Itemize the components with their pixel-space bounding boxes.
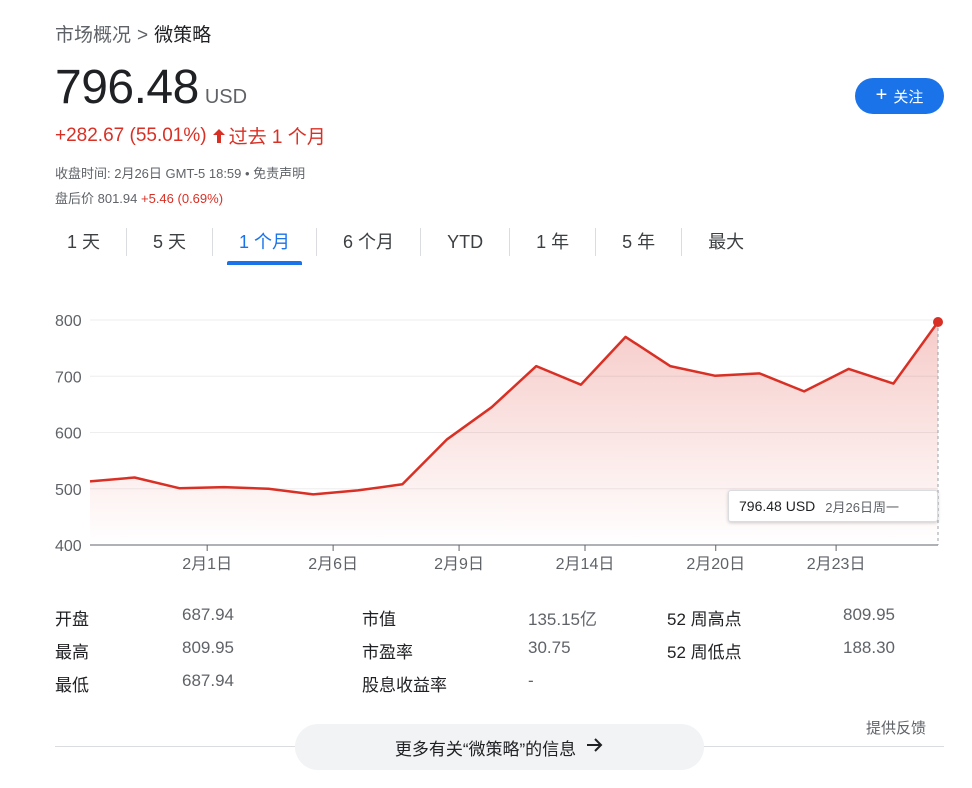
tab-range[interactable]: 最大 <box>696 225 756 259</box>
tab-range[interactable]: 1 个月 <box>227 225 303 265</box>
tab-separator <box>212 228 214 256</box>
stat-row: 52 周高点 809.95 <box>667 605 895 638</box>
price-row: 796.48 USD <box>55 60 247 115</box>
stats-col-2: 市值 135.15亿 市盈率 30.75 股息收益率 - <box>362 605 597 704</box>
y-tick-label: 800 <box>55 313 82 330</box>
chart-tooltip: 796.48 USD 2月26日周一 <box>728 490 938 522</box>
price-change: +282.67 (55.01%) 过去 1 个月 <box>55 122 332 149</box>
tab-separator <box>420 228 422 256</box>
y-tick-label: 400 <box>55 538 82 555</box>
x-tick-label: 2月9日 <box>434 556 484 573</box>
tab-range[interactable]: 1 天 <box>55 225 112 259</box>
tab-separator <box>681 228 683 256</box>
stat-row: 股息收益率 - <box>362 671 597 704</box>
tab-range[interactable]: 5 天 <box>141 225 198 259</box>
stat-value: - <box>528 671 534 690</box>
stat-value: 188.30 <box>843 638 895 657</box>
stat-label: 开盘 <box>55 610 89 629</box>
y-tick-label: 600 <box>55 426 82 443</box>
x-tick-label: 2月20日 <box>686 556 745 573</box>
after-hours-change: +5.46 (0.69%) <box>141 191 224 206</box>
breadcrumb-parent[interactable]: 市场概况 <box>55 25 131 46</box>
price-chart[interactable]: 400 500 600 700 800 2月1日 2月6日 2月9日 2月14日 2月20日 2月2… <box>0 295 972 585</box>
x-tick-label: 2月6日 <box>308 556 358 573</box>
more-info-button[interactable]: 更多有关“微策略”的信息 <box>295 724 704 770</box>
close-info: 收盘时间: 2月26日 GMT-5 18:59 • 免责声明 <box>55 163 305 182</box>
stat-value: 687.94 <box>182 671 234 690</box>
breadcrumb-current: 微策略 <box>154 25 212 46</box>
stat-value: 30.75 <box>528 638 571 657</box>
stat-value: 135.15亿 <box>528 610 597 629</box>
stat-value: 809.95 <box>843 605 895 624</box>
arrow-up-icon <box>212 128 225 143</box>
tab-range[interactable]: 6 个月 <box>331 225 406 259</box>
stat-label: 最高 <box>55 643 89 662</box>
stats-col-1: 开盘 687.94 最高 809.95 最低 687.94 <box>55 605 234 704</box>
more-info-label: 更多有关“微策略”的信息 <box>394 739 577 759</box>
disclaimer-link[interactable]: 免责声明 <box>253 166 305 181</box>
range-tabs: 1 天 5 天 1 个月 6 个月 YTD 1 年 5 年最大 <box>55 225 756 265</box>
stat-row: 最低 687.94 <box>55 671 234 704</box>
stat-label: 52 周低点 <box>667 643 742 662</box>
stat-label: 52 周高点 <box>667 610 742 629</box>
breadcrumb-separator: > <box>137 25 149 46</box>
stat-value: 687.94 <box>182 605 234 624</box>
stat-row: 52 周低点 188.30 <box>667 638 895 671</box>
plus-icon: + <box>875 84 888 106</box>
change-period: 过去 1 个月 <box>228 127 326 148</box>
price: 796.48 <box>55 61 199 114</box>
tab-separator <box>595 228 597 256</box>
change-value: +282.67 (55.01%) <box>55 124 207 146</box>
stat-label: 股息收益率 <box>362 676 447 695</box>
close-time: 收盘时间: 2月26日 GMT-5 18:59 • <box>55 166 254 181</box>
tooltip-date: 2月26日周一 <box>825 499 899 515</box>
last-point <box>933 316 943 327</box>
x-tick-label: 2月23日 <box>807 556 866 573</box>
tab-range[interactable]: YTD <box>435 225 495 259</box>
arrow-right-icon <box>586 737 604 758</box>
x-tick-label: 2月14日 <box>556 556 615 573</box>
follow-label: 关注 <box>893 88 924 106</box>
tab-separator <box>126 228 128 256</box>
stats-col-3: 52 周高点 809.95 52 周低点 188.30 <box>667 605 895 671</box>
stat-label: 市值 <box>362 610 396 629</box>
tab-range[interactable]: 1 年 <box>524 225 581 259</box>
currency: USD <box>204 86 248 108</box>
breadcrumb: 市场概况 > 微策略 <box>55 20 211 47</box>
stat-row: 开盘 687.94 <box>55 605 234 638</box>
stat-label: 最低 <box>55 676 89 695</box>
stat-label: 市盈率 <box>362 643 413 662</box>
stat-row: 市值 135.15亿 <box>362 605 597 638</box>
after-hours-price: 盘后价 801.94 <box>55 191 138 206</box>
feedback-link[interactable]: 提供反馈 <box>866 717 926 738</box>
after-hours: 盘后价 801.94 +5.46 (0.69%) <box>55 188 223 207</box>
tab-range[interactable]: 5 年 <box>610 225 667 259</box>
stat-value: 809.95 <box>182 638 234 657</box>
tab-separator <box>316 228 318 256</box>
stat-row: 最高 809.95 <box>55 638 234 671</box>
tab-separator <box>509 228 511 256</box>
y-tick-label: 700 <box>55 369 82 386</box>
tooltip-value: 796.48 USD <box>739 498 816 514</box>
follow-button[interactable]: + 关注 <box>855 78 944 114</box>
stat-row: 市盈率 30.75 <box>362 638 597 671</box>
y-tick-label: 500 <box>55 482 82 499</box>
x-tick-label: 2月1日 <box>182 556 232 573</box>
